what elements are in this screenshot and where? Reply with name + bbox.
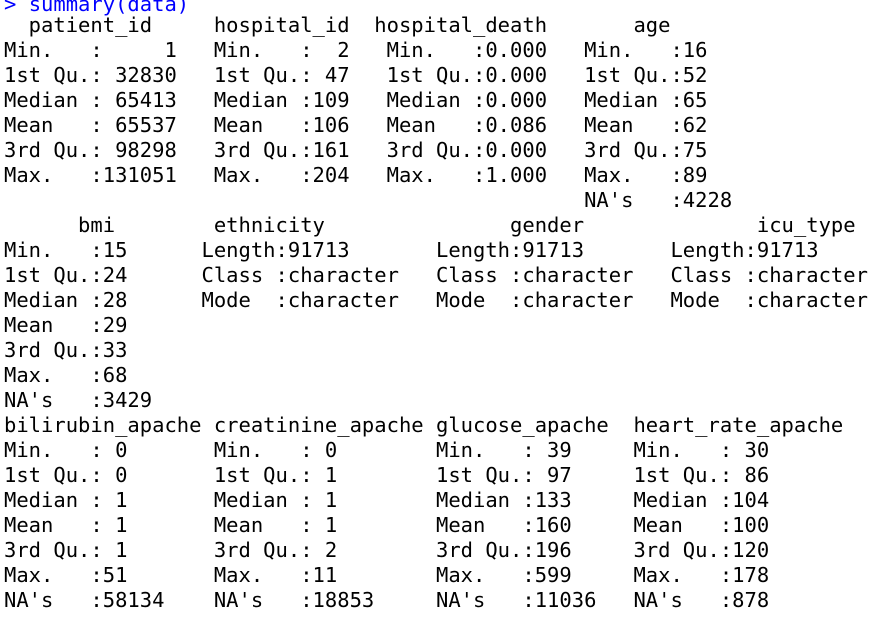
stat-row-max-1: Max. :131051 Max. :204 Max. :1.000 Max. … xyxy=(4,163,708,187)
stat-row-3rd-qu-2: 3rd Qu.:33 xyxy=(4,338,128,362)
stat-row-1st-qu-2: 1st Qu.:24 Class :character Class :chara… xyxy=(4,263,868,287)
stat-row-min-1: Min. : 1 Min. : 2 Min. :0.000 Min. :16 xyxy=(4,38,708,62)
stat-row-min-2: Min. :15 Length:91713 Length:91713 Lengt… xyxy=(4,238,819,262)
header-row-3: bilirubin_apache creatinine_apache gluco… xyxy=(4,413,844,437)
stat-row-median-2: Median :28 Mode :character Mode :charact… xyxy=(4,288,868,312)
r-console-output[interactable]: > summary(data) patient_id hospital_id h… xyxy=(4,0,887,620)
stat-row-na-1: NA's :4228 xyxy=(4,188,733,212)
stat-row-mean-1: Mean : 65537 Mean :106 Mean :0.086 Mean … xyxy=(4,113,708,137)
header-row-1: patient_id hospital_id hospital_death ag… xyxy=(4,13,671,37)
stat-row-median-3: Median : 1 Median : 1 Median :133 Median… xyxy=(4,488,770,512)
stat-row-na-3: NA's :58134 NA's :18853 NA's :11036 NA's… xyxy=(4,588,770,612)
command-line: > summary(data) xyxy=(4,0,887,14)
stat-row-na-2: NA's :3429 xyxy=(4,388,153,412)
stat-row-3rd-qu-1: 3rd Qu.: 98298 3rd Qu.:161 3rd Qu.:0.000… xyxy=(4,138,708,162)
stat-row-1st-qu-3: 1st Qu.: 0 1st Qu.: 1 1st Qu.: 97 1st Qu… xyxy=(4,463,770,487)
stat-row-max-2: Max. :68 xyxy=(4,363,128,387)
stat-row-3rd-qu-3: 3rd Qu.: 1 3rd Qu.: 2 3rd Qu.:196 3rd Qu… xyxy=(4,538,770,562)
stat-row-min-3: Min. : 0 Min. : 0 Min. : 39 Min. : 30 xyxy=(4,438,770,462)
header-row-2: bmi ethnicity gender icu_type xyxy=(4,213,856,237)
stat-row-1st-qu-1: 1st Qu.: 32830 1st Qu.: 47 1st Qu.:0.000… xyxy=(4,63,708,87)
stat-row-max-3: Max. :51 Max. :11 Max. :599 Max. :178 xyxy=(4,563,770,587)
stat-row-mean-3: Mean : 1 Mean : 1 Mean :160 Mean :100 xyxy=(4,513,770,537)
stat-row-mean-2: Mean :29 xyxy=(4,313,128,337)
stat-row-median-1: Median : 65413 Median :109 Median :0.000… xyxy=(4,88,708,112)
